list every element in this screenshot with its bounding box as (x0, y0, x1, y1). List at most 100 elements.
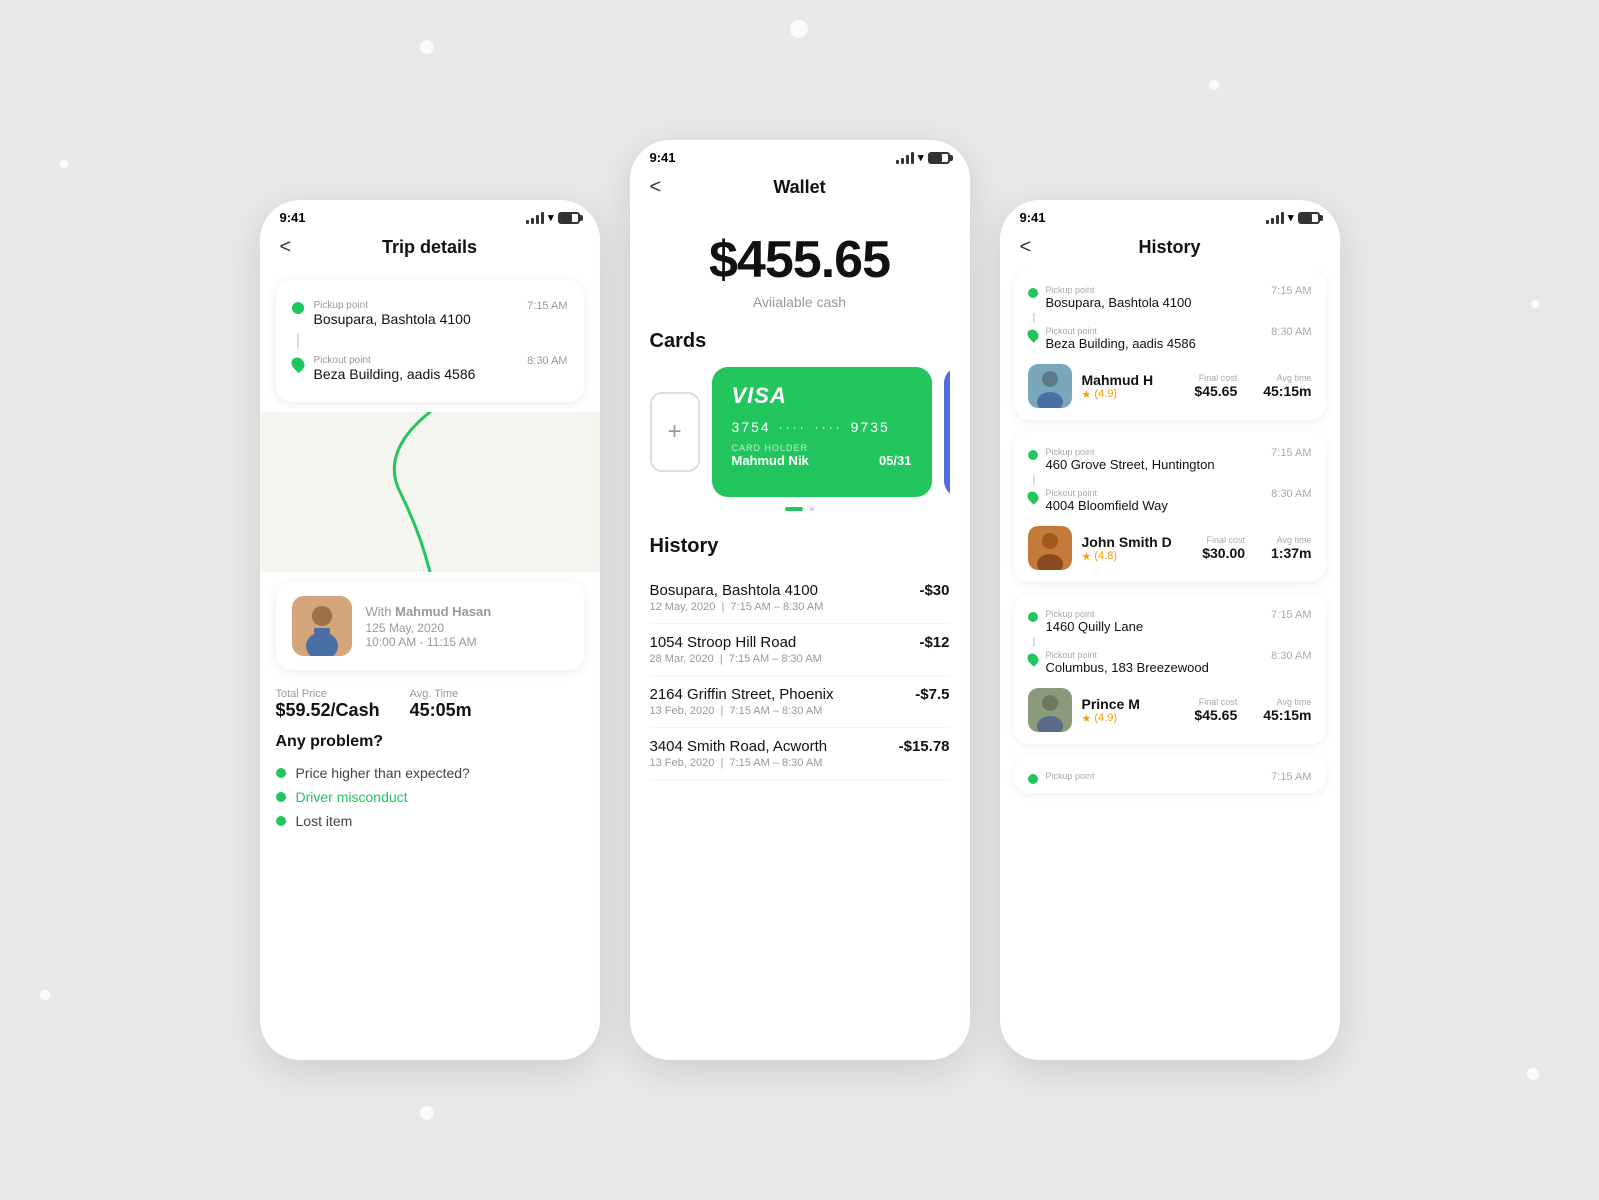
avg-time-label-1: Avg time (1263, 373, 1311, 383)
wallet-history-title: History (650, 535, 950, 558)
history-address-3: 2164 Griffin Street, Phoenix (650, 686, 834, 703)
avg-time-label-3: Avg time (1263, 697, 1311, 707)
status-bar-right: 9:41 ▾ (1000, 200, 1340, 229)
back-button-center[interactable]: < (650, 176, 662, 199)
cards-row: + VISA 3754 ···· ···· 9735 CARD HOLDER M… (650, 367, 950, 497)
driver-row-3: Prince M ★ (4.9) Final cost $45.65 Avg t… (1028, 688, 1312, 732)
history-scroll: Pickup point Bosupara, Bashtola 4100 7:1… (1000, 270, 1340, 805)
status-icons-left: ▾ (526, 211, 580, 224)
history-item-3[interactable]: 2164 Griffin Street, Phoenix -$7.5 13 Fe… (650, 676, 950, 728)
wallet-header: < Wallet (630, 169, 970, 210)
problems-section: Any problem? Price higher than expected?… (260, 721, 600, 845)
problem-dot-2 (276, 792, 286, 802)
route-dot-green-3 (1028, 612, 1038, 622)
cards-section: Cards + VISA 3754 ···· ···· 9735 CARD HO… (630, 320, 970, 521)
cards-title: Cards (650, 330, 950, 353)
history-trip-1[interactable]: Pickup point Bosupara, Bashtola 4100 7:1… (1014, 270, 1326, 420)
pickup-point: Pickup point Bosupara, Bashtola 4100 7:1… (292, 294, 568, 333)
cost-value-2: $30.00 (1202, 545, 1245, 561)
route-pickout-label-2: Pickout point (1046, 488, 1264, 498)
signal-icon-center (896, 152, 914, 164)
history-header: < History (1000, 229, 1340, 270)
route-pickup-time-1: 7:15 AM (1271, 285, 1311, 297)
avg-time-value-2: 1:37m (1271, 545, 1311, 561)
back-button-left[interactable]: < (280, 236, 292, 259)
problem-item-2[interactable]: Driver misconduct (276, 785, 584, 809)
problem-text-1: Price higher than expected? (296, 765, 470, 781)
history-trip-2[interactable]: Pickup point 460 Grove Street, Huntingto… (1014, 432, 1326, 582)
back-button-right[interactable]: < (1020, 236, 1032, 259)
route-pickup-time-4: 7:15 AM (1271, 771, 1311, 783)
driver-card: With Mahmud Hasan 125 May, 2020 10:00 AM… (276, 582, 584, 670)
card-dots-2: ···· (815, 420, 843, 434)
route-dot-green-2 (1028, 450, 1038, 460)
history-trip-4[interactable]: Pickup point 7:15 AM (1014, 756, 1326, 793)
card-number-start: 3754 (732, 419, 771, 435)
history-phone: 9:41 ▾ < History Pickup point Bosupara, … (1000, 200, 1340, 1060)
history-meta-3: 13 Feb, 2020 | 7:15 AM – 8:30 AM (650, 705, 950, 717)
avg-time-value-1: 45:15m (1263, 383, 1311, 399)
route-pickout-name-1: Beza Building, aadis 4586 (1046, 336, 1264, 351)
time-group-3: Avg time 45:15m (1263, 697, 1311, 723)
history-trip-3[interactable]: Pickup point 1460 Quilly Lane 7:15 AM Pi… (1014, 594, 1326, 744)
avg-time-value: 45:05m (410, 700, 472, 721)
history-item-4[interactable]: 3404 Smith Road, Acworth -$15.78 13 Feb,… (650, 728, 950, 780)
history-item-2[interactable]: 1054 Stroop Hill Road -$12 28 Mar, 2020 … (650, 624, 950, 676)
driver-thumb-1 (1028, 364, 1072, 408)
total-price-group: Total Price $59.52/Cash (276, 688, 380, 721)
screen-title-right: History (1138, 237, 1200, 258)
status-bar-left: 9:41 ▾ (260, 200, 600, 229)
problems-title: Any problem? (276, 733, 584, 751)
avg-time-group: Avg. Time 45:05m (410, 688, 472, 721)
wallet-label: Aviialable cash (650, 294, 950, 310)
route-pickup-time-3: 7:15 AM (1271, 609, 1311, 621)
problem-dot-3 (276, 816, 286, 826)
route-pin-2 (1025, 489, 1041, 505)
total-price-value: $59.52/Cash (276, 700, 380, 721)
map-area (260, 412, 600, 572)
cost-group-2: Final cost $30.00 (1202, 535, 1245, 561)
wallet-history-section: History Bosupara, Bashtola 4100 -$30 12 … (630, 521, 970, 780)
driver-row-rating-1: ★ (4.9) (1082, 388, 1185, 401)
driver-row-rating-2: ★ (4.8) (1082, 550, 1193, 563)
trip-details-phone: 9:41 ▾ < Trip details Pickup point Bosup… (260, 200, 600, 1060)
driver-avatar (292, 596, 352, 656)
driver-date: 125 May, 2020 (366, 621, 568, 635)
trip-stats: Total Price $59.52/Cash Avg. Time 45:05m (260, 680, 600, 721)
battery-icon-right (1298, 212, 1320, 224)
route-pickup-label-4: Pickup point (1046, 771, 1264, 781)
cost-label-3: Final cost (1194, 697, 1237, 707)
card-bottom: CARD HOLDER Mahmud Nik 05/31 (732, 443, 912, 468)
pickout-label: Pickout point (314, 355, 518, 366)
route-pickout-time-3: 8:30 AM (1271, 650, 1311, 662)
driver-with-label: With Mahmud Hasan (366, 604, 568, 619)
screen-title-left: Trip details (382, 237, 477, 258)
history-item-1[interactable]: Bosupara, Bashtola 4100 -$30 12 May, 202… (650, 572, 950, 624)
history-amount-4: -$15.78 (899, 738, 950, 755)
cost-value-1: $45.65 (1194, 383, 1237, 399)
status-bar-center: 9:41 ▾ (630, 140, 970, 169)
credit-card[interactable]: VISA 3754 ···· ···· 9735 CARD HOLDER Mah… (712, 367, 932, 497)
driver-row-name-2: John Smith D (1082, 534, 1193, 550)
card-secondary[interactable] (944, 367, 950, 497)
route-pickout-name-2: 4004 Bloomfield Way (1046, 498, 1264, 513)
cost-group-3: Final cost $45.65 (1194, 697, 1237, 723)
add-card-button[interactable]: + (650, 392, 700, 472)
history-amount-3: -$7.5 (915, 686, 949, 703)
problem-item-1[interactable]: Price higher than expected? (276, 761, 584, 785)
route-pickup-name-3: 1460 Quilly Lane (1046, 619, 1264, 634)
card-number-row: 3754 ···· ···· 9735 (732, 419, 912, 435)
map-path-svg (260, 412, 600, 572)
driver-thumb-2 (1028, 526, 1072, 570)
avg-time-value-3: 45:15m (1263, 707, 1311, 723)
route-pickout-label-3: Pickout point (1046, 650, 1264, 660)
pickout-dot (288, 355, 306, 373)
card-number-end: 9735 (851, 419, 890, 435)
battery-icon (558, 212, 580, 224)
route-dot-green-4 (1028, 774, 1038, 784)
wifi-icon-right: ▾ (1288, 211, 1294, 224)
card-brand: VISA (732, 383, 912, 409)
route-pin-1 (1025, 327, 1041, 343)
indicator-dot-1 (785, 507, 803, 511)
problem-item-3[interactable]: Lost item (276, 809, 584, 833)
